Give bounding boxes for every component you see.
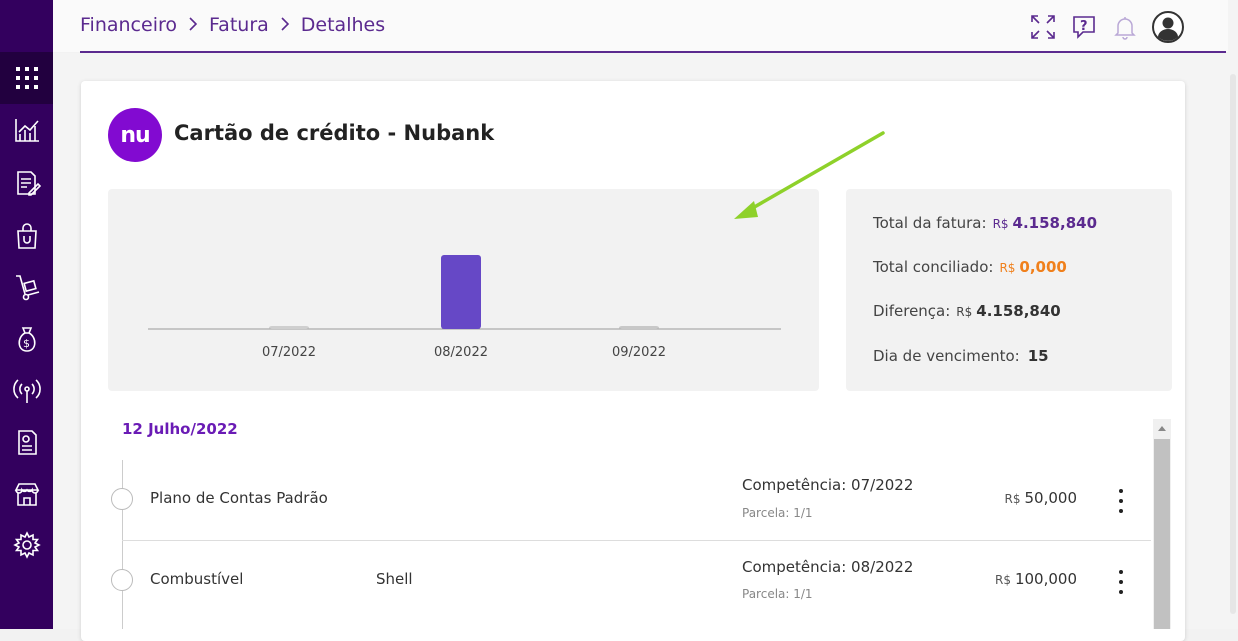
month-heading: 12 Julho/2022 bbox=[122, 420, 238, 438]
scroll-up-arrow-icon[interactable] bbox=[1153, 419, 1171, 437]
help-icon[interactable]: ? bbox=[1070, 13, 1098, 41]
chart-bar-08-2022[interactable] bbox=[441, 255, 481, 329]
summary-reconciled-value: 0,000 bbox=[1019, 258, 1067, 276]
list-scrollbar-thumb[interactable] bbox=[1154, 439, 1170, 629]
invoice-bar-chart: 07/2022 08/2022 09/2022 bbox=[148, 255, 781, 360]
chart-tick-label: 07/2022 bbox=[262, 345, 316, 360]
summary-total: Total da fatura: R$ 4.158,840 bbox=[873, 214, 1097, 232]
more-options-icon[interactable] bbox=[1114, 570, 1128, 594]
summary-due-label: Dia de vencimento: bbox=[873, 347, 1020, 365]
summary-difference-currency: R$ bbox=[956, 305, 973, 319]
card-title: Cartão de crédito - Nubank bbox=[174, 121, 495, 145]
summary-total-currency: R$ bbox=[992, 217, 1009, 231]
invoice-chart-panel: 07/2022 08/2022 09/2022 bbox=[108, 189, 819, 391]
summary-reconciled-label: Total conciliado: bbox=[873, 258, 994, 276]
signal-icon[interactable] bbox=[10, 374, 43, 407]
chart-tick-label: 09/2022 bbox=[612, 345, 666, 360]
chevron-right-icon bbox=[280, 15, 290, 36]
summary-reconciled-currency: R$ bbox=[999, 261, 1016, 275]
summary-due-value: 15 bbox=[1027, 347, 1049, 365]
entry-amount: R$ 100,000 bbox=[957, 570, 1077, 588]
breadcrumb: Financeiro Fatura Detalhes bbox=[80, 14, 385, 36]
chart-bar-09-2022[interactable] bbox=[619, 326, 659, 329]
entry-amount-currency: R$ bbox=[1004, 492, 1021, 506]
entry-category: Combustível bbox=[150, 570, 244, 588]
document-edit-icon[interactable] bbox=[10, 166, 43, 199]
entry-installment: Parcela: 1/1 bbox=[742, 506, 813, 520]
entry-competence: Competência: 08/2022 bbox=[742, 558, 914, 576]
breadcrumb-item-financeiro[interactable]: Financeiro bbox=[80, 14, 177, 36]
sidebar: $ bbox=[0, 0, 53, 629]
shopping-bag-icon[interactable] bbox=[10, 219, 43, 252]
entry-merchant: Shell bbox=[376, 570, 413, 588]
more-options-icon[interactable] bbox=[1114, 489, 1128, 513]
entry-amount: R$ 50,000 bbox=[957, 489, 1077, 507]
invoice-summary-panel: Total da fatura: R$ 4.158,840 Total conc… bbox=[846, 189, 1172, 391]
entry-amount-value: 50,000 bbox=[1024, 489, 1078, 507]
entry-amount-currency: R$ bbox=[994, 573, 1011, 587]
chart-bar-07-2022[interactable] bbox=[269, 326, 309, 329]
page-scrollbar[interactable] bbox=[1228, 0, 1238, 629]
receipt-icon[interactable] bbox=[10, 425, 43, 458]
timeline-dot bbox=[111, 488, 133, 510]
summary-difference-label: Diferença: bbox=[873, 302, 951, 320]
summary-reconciled: Total conciliado: R$ 0,000 bbox=[873, 258, 1067, 276]
grid-icon[interactable] bbox=[10, 61, 43, 94]
timeline-dot bbox=[111, 569, 133, 591]
settings-icon[interactable] bbox=[10, 528, 43, 561]
summary-difference: Diferença: R$ 4.158,840 bbox=[873, 302, 1061, 320]
store-icon[interactable] bbox=[10, 477, 43, 510]
summary-total-value: 4.158,840 bbox=[1012, 214, 1098, 232]
breadcrumb-item-fatura[interactable]: Fatura bbox=[209, 14, 269, 36]
chart-tick-label: 08/2022 bbox=[434, 345, 488, 360]
breadcrumb-item-detalhes: Detalhes bbox=[300, 14, 386, 36]
svg-text:$: $ bbox=[23, 337, 30, 350]
bell-icon[interactable] bbox=[1111, 13, 1139, 41]
money-bag-icon[interactable]: $ bbox=[10, 322, 43, 355]
user-avatar-icon[interactable] bbox=[1152, 11, 1184, 43]
svg-text:?: ? bbox=[1080, 19, 1088, 34]
expand-icon[interactable] bbox=[1029, 13, 1057, 41]
hand-truck-icon[interactable] bbox=[10, 270, 43, 303]
entry-amount-value: 100,000 bbox=[1014, 570, 1077, 588]
chart-icon[interactable] bbox=[10, 113, 43, 146]
entry-category: Plano de Contas Padrão bbox=[150, 489, 328, 507]
summary-due-day: Dia de vencimento: 15 bbox=[873, 347, 1049, 365]
header-actions: ? bbox=[1016, 11, 1184, 43]
entry-installment: Parcela: 1/1 bbox=[742, 587, 813, 601]
summary-total-label: Total da fatura: bbox=[873, 214, 987, 232]
nubank-logo: nu bbox=[108, 108, 162, 162]
timeline-line bbox=[122, 460, 123, 629]
chevron-right-icon bbox=[188, 15, 198, 36]
summary-difference-value: 4.158,840 bbox=[976, 302, 1061, 320]
entry-competence: Competência: 07/2022 bbox=[742, 476, 914, 494]
entry-divider bbox=[122, 540, 1151, 541]
